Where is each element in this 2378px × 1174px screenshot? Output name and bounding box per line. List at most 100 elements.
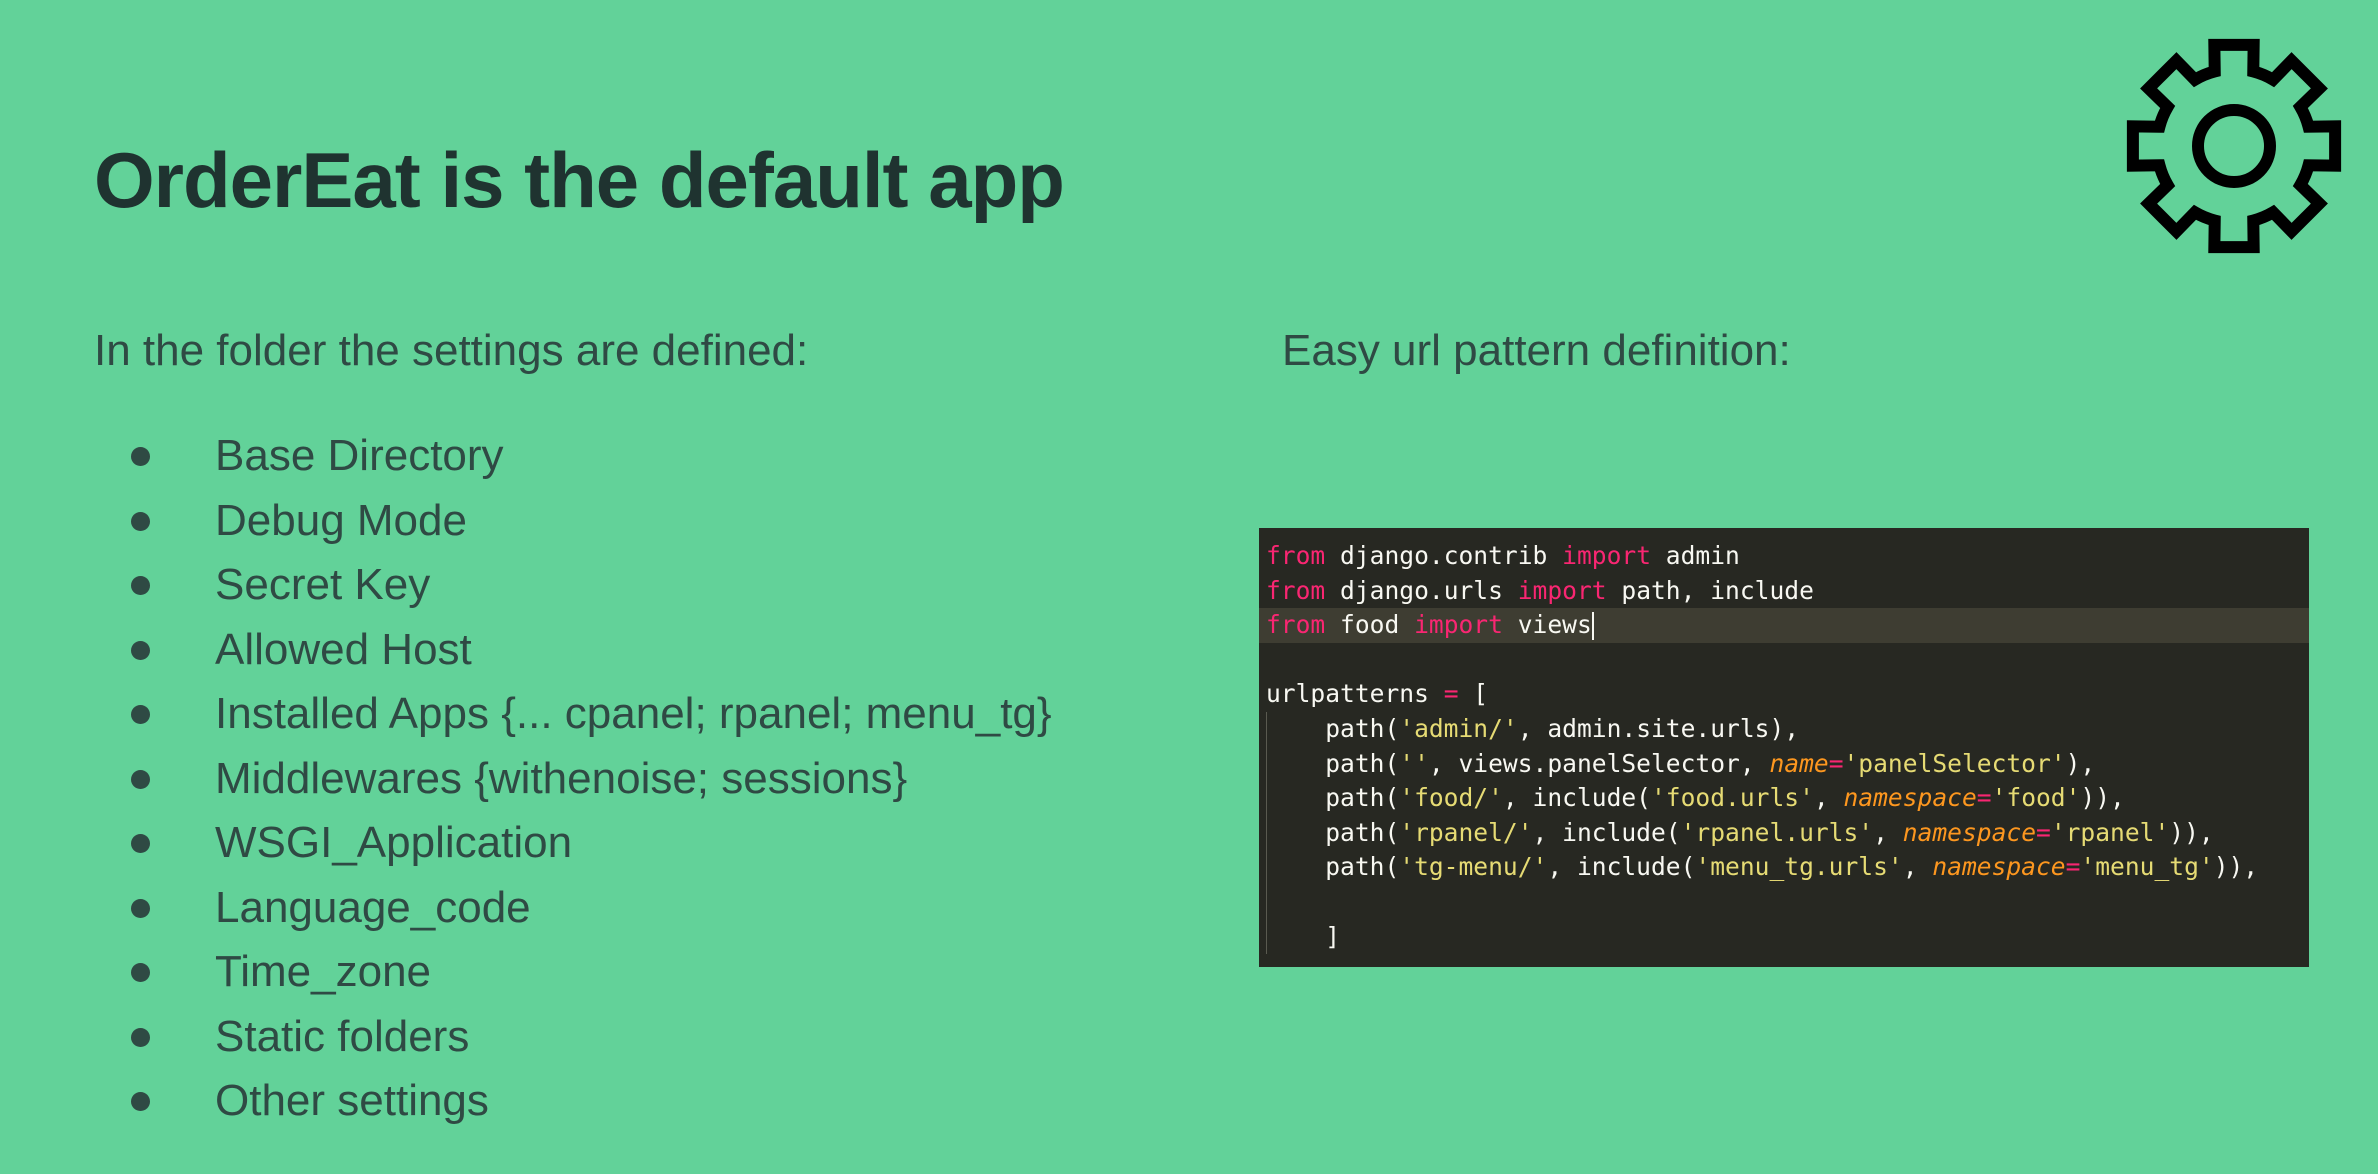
code-token: , views.panelSelector, — [1428, 748, 1770, 778]
code-token: = — [1828, 748, 1844, 778]
code-token: )), — [2080, 783, 2125, 813]
settings-list-item: Installed Apps {... cpanel; rpanel; menu… — [0, 682, 1052, 747]
code-token: django.urls — [1325, 575, 1518, 605]
code-token: path( — [1266, 748, 1400, 778]
settings-item-label: Time_zone — [215, 947, 432, 996]
bullet-icon — [131, 447, 150, 466]
code-line — [1259, 884, 2309, 920]
settings-list-item: Other settings — [0, 1069, 1052, 1134]
code-token: )), — [2213, 852, 2259, 882]
code-token: 'food/' — [1399, 783, 1503, 813]
code-token: 'menu_tg.urls' — [1695, 852, 1903, 882]
code-line: path('rpanel/', include('rpanel.urls', n… — [1259, 815, 2309, 851]
settings-item-label: Middlewares {withenoise; sessions} — [215, 753, 908, 803]
bullet-icon — [131, 769, 150, 789]
code-token: 'tg-menu/' — [1399, 852, 1548, 882]
settings-list-item: Allowed Host — [0, 618, 1052, 683]
settings-item-label: Debug Mode — [215, 495, 467, 545]
code-token: import — [1562, 541, 1651, 570]
code-token: , — [1902, 852, 1933, 882]
code-line: path('', views.panelSelector, name='pane… — [1259, 746, 2309, 782]
code-line: path('tg-menu/', include('menu_tg.urls',… — [1259, 850, 2309, 885]
settings-list-item: Secret Key — [0, 553, 1052, 618]
code-token: path( — [1266, 852, 1400, 882]
code-token: name — [1769, 748, 1829, 778]
code-line: from django.contrib import admin — [1259, 539, 2309, 574]
code-line: urlpatterns = [ — [1259, 677, 2309, 712]
settings-item-label: Static folders — [215, 1011, 470, 1061]
code-token: )), — [2169, 817, 2214, 847]
code-token: namespace — [1932, 852, 2066, 882]
code-token: admin — [1651, 541, 1740, 570]
code-token: namespace — [1843, 783, 1977, 813]
code-token: from — [1266, 541, 1326, 570]
code-token: path( — [1266, 817, 1400, 847]
code-token: , — [1873, 817, 1903, 847]
settings-item-label: Language_code — [215, 882, 531, 932]
code-token: 'rpanel.urls' — [1680, 817, 1874, 847]
gear-icon — [2118, 30, 2350, 262]
code-token: path, include — [1606, 575, 1814, 605]
code-token: from — [1266, 610, 1326, 640]
bullet-icon — [131, 963, 150, 982]
gear-outline — [2126, 38, 2342, 254]
settings-item-label: Allowed Host — [215, 624, 472, 674]
settings-item-label: Secret Key — [215, 560, 431, 609]
settings-list-item: Debug Mode — [0, 489, 1052, 554]
settings-item-label: Base Directory — [215, 431, 504, 480]
bullet-icon — [131, 640, 150, 660]
code-editor[interactable]: from django.contrib import admin from dja… — [1259, 528, 2309, 967]
code-token: '' — [1399, 748, 1429, 778]
code-token: urlpatterns — [1266, 679, 1444, 709]
slide-title: OrderEat is the default app — [94, 136, 1065, 224]
code-token: = — [1443, 679, 1459, 709]
settings-item-label: Installed Apps {... cpanel; rpanel; menu… — [215, 689, 1052, 738]
code-token: ] — [1266, 921, 1341, 951]
code-token: 'rpanel/' — [1399, 817, 1533, 847]
code-token: 'food' — [1991, 783, 2081, 813]
settings-list-item: Time_zone — [0, 940, 1052, 1005]
code-token: = — [1976, 783, 1992, 813]
code-token: 'admin/' — [1399, 713, 1518, 743]
bullet-icon — [131, 1092, 150, 1111]
code-line: path('food/', include('food.urls', names… — [1259, 781, 2309, 816]
code-token: , include( — [1502, 783, 1651, 813]
settings-list-item: Base Directory — [0, 424, 1052, 489]
url-pattern-intro: Easy url pattern definition: — [1282, 326, 1791, 375]
code-token: 'menu_tg' — [2080, 852, 2214, 882]
code-token: , admin.site.urls), — [1517, 713, 1800, 743]
code-line: from food import views — [1259, 608, 2309, 643]
code-line: ] — [1259, 919, 2309, 955]
code-token: = — [2065, 852, 2081, 882]
settings-intro: In the folder the settings are defined: — [94, 326, 809, 375]
code-token: path( — [1266, 713, 1400, 743]
settings-item-label: WSGI_Application — [215, 818, 573, 867]
bullet-icon — [131, 898, 150, 918]
settings-item-label: Other settings — [215, 1076, 489, 1125]
code-token: , include( — [1532, 817, 1681, 847]
code-line: path('admin/', admin.site.urls), — [1259, 711, 2309, 747]
settings-list-item: Static folders — [0, 1005, 1052, 1070]
code-token: [ — [1458, 679, 1489, 709]
code-token: namespace — [1902, 817, 2036, 847]
gear-hub — [2192, 104, 2276, 188]
code-token: import — [1414, 610, 1503, 640]
code-token: = — [2036, 817, 2051, 847]
code-token: import — [1517, 575, 1607, 605]
code-token: from — [1266, 575, 1326, 605]
code-token: 'food.urls' — [1651, 783, 1814, 813]
code-token: 'panelSelector' — [1843, 748, 2066, 778]
bullet-icon — [131, 576, 150, 595]
code-line: from django.urls import path, include — [1259, 574, 2309, 609]
code-token: ), — [2065, 748, 2096, 778]
text-cursor — [1591, 612, 1594, 641]
bullet-icon — [131, 834, 150, 853]
code-token: food — [1325, 610, 1415, 640]
code-token: path( — [1266, 783, 1400, 813]
code-token: , — [1813, 783, 1844, 813]
settings-list-item: Middlewares {withenoise; sessions} — [0, 747, 1052, 812]
bullet-icon — [131, 705, 150, 724]
code-token: django.contrib — [1325, 541, 1563, 570]
settings-list-item: Language_code — [0, 876, 1052, 941]
